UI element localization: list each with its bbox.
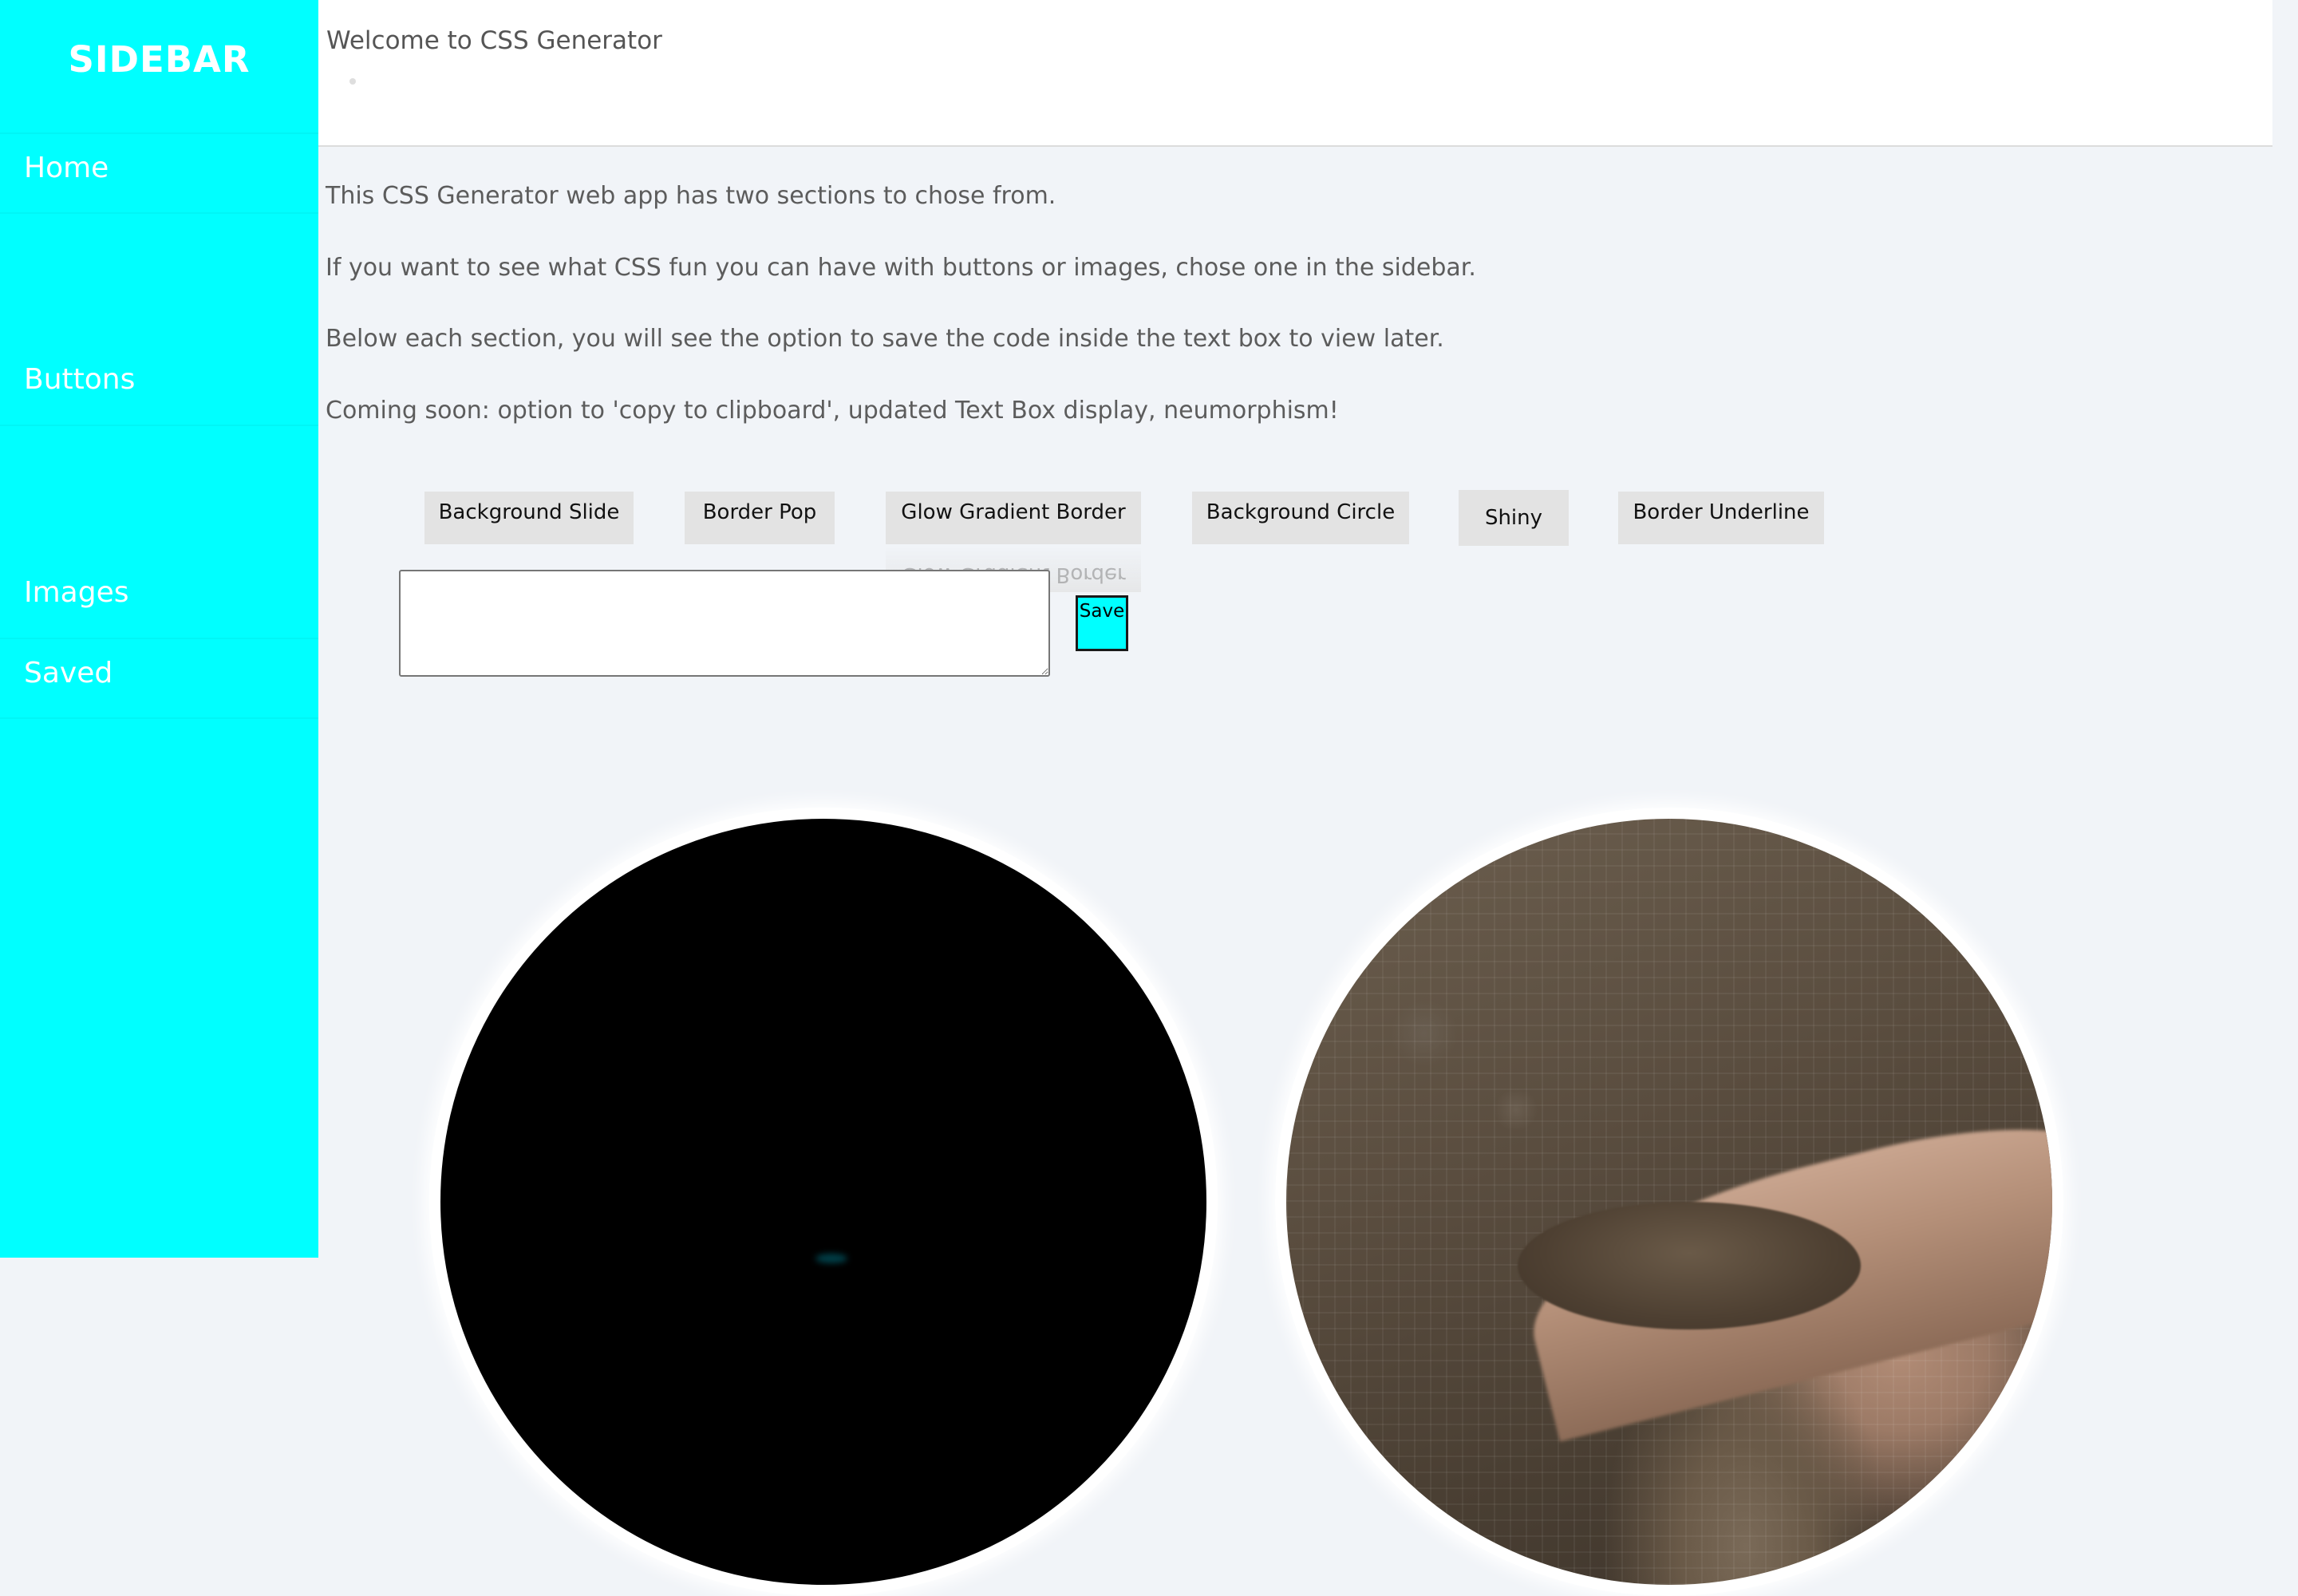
sidebar-item-label: Home xyxy=(24,152,109,184)
background-circle-button[interactable]: Background Circle xyxy=(1192,492,1409,544)
sidebar-item-images[interactable]: Images xyxy=(0,426,318,639)
intro-paragraph: If you want to see what CSS fun you can … xyxy=(326,254,1476,282)
soil-hand-circle-image xyxy=(1275,808,2063,1596)
header: Welcome to CSS Generator xyxy=(318,0,2272,147)
sidebar: SIDEBAR Home Buttons Images Saved xyxy=(0,0,318,1258)
border-pop-button[interactable]: Border Pop xyxy=(685,492,835,544)
sidebar-item-label: Buttons xyxy=(24,363,136,396)
sidebar-item-label: Saved xyxy=(24,657,113,689)
sidebar-item-home[interactable]: Home xyxy=(0,134,318,214)
sidebar-title: SIDEBAR xyxy=(68,38,251,81)
background-slide-button[interactable]: Background Slide xyxy=(424,492,634,544)
header-bullet xyxy=(349,78,356,85)
save-button[interactable]: Save xyxy=(1076,595,1128,651)
sidebar-item-label: Images xyxy=(24,576,129,609)
code-textbox[interactable] xyxy=(399,570,1050,677)
intro-paragraph: This CSS Generator web app has two secti… xyxy=(326,182,1056,210)
dark-circle-image xyxy=(429,808,1218,1596)
sidebar-item-saved[interactable]: Saved xyxy=(0,639,318,719)
intro-paragraph: Below each section, you will see the opt… xyxy=(326,325,1444,353)
page-title: Welcome to CSS Generator xyxy=(326,26,662,55)
sidebar-item-buttons[interactable]: Buttons xyxy=(0,214,318,426)
image-soil xyxy=(1518,1202,1861,1329)
border-underline-button[interactable]: Border Underline xyxy=(1618,492,1824,544)
glow-gradient-border-button[interactable]: Glow Gradient Border xyxy=(886,492,1141,544)
intro-paragraph: Coming soon: option to 'copy to clipboar… xyxy=(326,397,1339,425)
shiny-button[interactable]: Shiny xyxy=(1459,490,1569,546)
image-glint xyxy=(815,1254,847,1263)
